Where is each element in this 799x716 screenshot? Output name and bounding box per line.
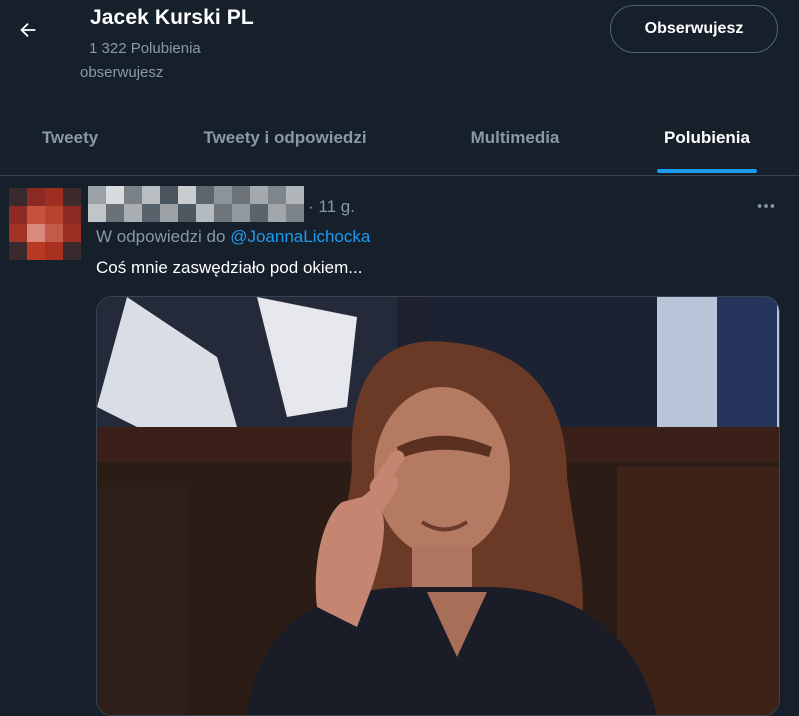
tab-media[interactable]: Multimedia [430, 100, 600, 175]
arrow-left-icon [20, 22, 36, 38]
reply-context: W odpowiedzi do @JoannaLichocka [96, 227, 370, 247]
tab-tweets-and-replies[interactable]: Tweety i odpowiedzi [160, 100, 410, 175]
author-name-pixelated[interactable] [88, 186, 304, 222]
tab-label: Multimedia [470, 127, 560, 147]
tweet-timestamp[interactable]: · 11 g. [308, 197, 355, 217]
media-image [97, 297, 779, 715]
tweet-media[interactable] [96, 296, 780, 716]
back-button[interactable] [8, 10, 48, 50]
reply-prefix: W odpowiedzi do [96, 227, 226, 246]
reply-handle-link[interactable]: @JoannaLichocka [230, 227, 370, 246]
more-options-button[interactable] [752, 192, 780, 220]
more-horizontal-icon [757, 204, 775, 208]
tab-label: Tweety [41, 127, 99, 147]
profile-header: Jacek Kurski PL 1 322 Polubienia obserwu… [0, 0, 799, 100]
tab-label: Tweety i odpowiedzi [203, 127, 367, 147]
tab-likes[interactable]: Polubienia [630, 100, 784, 175]
profile-tabs: Tweety Tweety i odpowiedzi Multimedia Po… [0, 100, 799, 176]
profile-name: Jacek Kurski PL [90, 6, 254, 29]
follow-status: obserwujesz [80, 64, 164, 81]
following-button[interactable]: Obserwujesz [610, 5, 778, 53]
avatar[interactable] [9, 188, 81, 260]
active-tab-indicator [657, 169, 757, 173]
likes-count: 1 322 Polubienia [89, 40, 201, 57]
tab-tweets[interactable]: Tweety [0, 100, 140, 175]
tweet-text: Coś mnie zaswędziało pod okiem... [96, 258, 363, 277]
tab-label: Polubienia [664, 127, 750, 147]
